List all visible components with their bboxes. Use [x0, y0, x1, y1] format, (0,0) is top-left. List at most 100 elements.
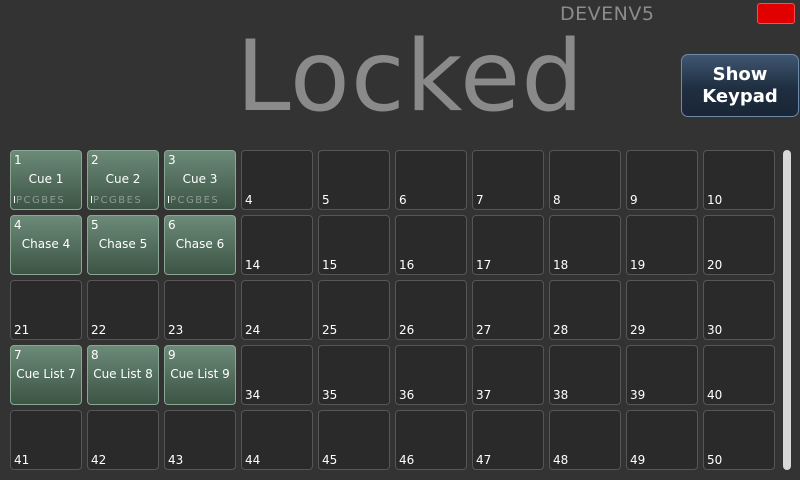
playback-flags: IPCGBES: [165, 196, 235, 206]
empty-playback-slot[interactable]: 5: [318, 150, 390, 210]
empty-playback-slot[interactable]: 7: [472, 150, 544, 210]
empty-playback-slot[interactable]: 49: [626, 410, 698, 470]
empty-playback-slot[interactable]: 4: [241, 150, 313, 210]
slot-number: 7: [14, 348, 22, 362]
empty-playback-slot[interactable]: 23: [164, 280, 236, 340]
empty-playback-slot[interactable]: 8: [549, 150, 621, 210]
slot-number: 15: [322, 258, 338, 272]
slot-number: 28: [553, 323, 569, 337]
empty-playback-slot[interactable]: 9: [626, 150, 698, 210]
slot-number: 20: [707, 258, 723, 272]
empty-playback-slot[interactable]: 26: [395, 280, 467, 340]
flag-attributes: PCGBES: [15, 195, 66, 206]
empty-playback-slot[interactable]: 48: [549, 410, 621, 470]
empty-playback-slot[interactable]: 21: [10, 280, 82, 340]
playback-button[interactable]: 5 Chase 5: [87, 215, 159, 275]
playback-button[interactable]: 4 Chase 4: [10, 215, 82, 275]
slot-number: 50: [707, 453, 723, 467]
empty-playback-slot[interactable]: 28: [549, 280, 621, 340]
empty-playback-slot[interactable]: 16: [395, 215, 467, 275]
playback-button[interactable]: 2 Cue 2 IPCGBES: [87, 150, 159, 210]
flag-attributes: PCGBES: [92, 195, 143, 206]
empty-playback-slot[interactable]: 50: [703, 410, 775, 470]
playback-label: Chase 5: [98, 237, 148, 251]
slot-number: 29: [630, 323, 646, 337]
grid-scrollbar[interactable]: [783, 150, 791, 470]
playback-button[interactable]: 3 Cue 3 IPCGBES: [164, 150, 236, 210]
empty-playback-slot[interactable]: 42: [87, 410, 159, 470]
empty-playback-slot[interactable]: 39: [626, 345, 698, 405]
playback-button[interactable]: 7 Cue List 7: [10, 345, 82, 405]
empty-playback-slot[interactable]: 43: [164, 410, 236, 470]
slot-number: 40: [707, 388, 723, 402]
empty-playback-slot[interactable]: 41: [10, 410, 82, 470]
empty-playback-slot[interactable]: 14: [241, 215, 313, 275]
flag-attributes: PCGBES: [169, 195, 220, 206]
playback-label: Chase 4: [21, 237, 71, 251]
slot-number: 36: [399, 388, 415, 402]
slot-number: 9: [630, 193, 638, 207]
empty-playback-slot[interactable]: 44: [241, 410, 313, 470]
slot-number: 34: [245, 388, 261, 402]
slot-number: 26: [399, 323, 415, 337]
slot-number: 16: [399, 258, 415, 272]
empty-playback-slot[interactable]: 20: [703, 215, 775, 275]
slot-number: 3: [168, 153, 176, 167]
slot-number: 23: [168, 323, 184, 337]
playback-label: Cue List 9: [170, 367, 230, 381]
slot-number: 35: [322, 388, 338, 402]
slot-number: 24: [245, 323, 261, 337]
empty-playback-slot[interactable]: 18: [549, 215, 621, 275]
slot-number: 49: [630, 453, 646, 467]
playback-label: Cue 3: [182, 172, 218, 186]
empty-playback-slot[interactable]: 27: [472, 280, 544, 340]
playback-button[interactable]: 1 Cue 1 IPCGBES: [10, 150, 82, 210]
slot-number: 46: [399, 453, 415, 467]
empty-playback-slot[interactable]: 37: [472, 345, 544, 405]
status-indicator: [757, 3, 795, 24]
slot-number: 42: [91, 453, 107, 467]
playback-button[interactable]: 8 Cue List 8: [87, 345, 159, 405]
empty-playback-slot[interactable]: 6: [395, 150, 467, 210]
slot-number: 18: [553, 258, 569, 272]
playback-label: Cue List 7: [16, 367, 76, 381]
slot-number: 6: [168, 218, 176, 232]
playback-label: Cue 2: [105, 172, 141, 186]
slot-number: 5: [322, 193, 330, 207]
slot-number: 45: [322, 453, 338, 467]
show-keypad-button[interactable]: Show Keypad: [681, 54, 799, 117]
empty-playback-slot[interactable]: 25: [318, 280, 390, 340]
empty-playback-slot[interactable]: 36: [395, 345, 467, 405]
empty-playback-slot[interactable]: 24: [241, 280, 313, 340]
empty-playback-slot[interactable]: 10: [703, 150, 775, 210]
slot-number: 27: [476, 323, 492, 337]
empty-playback-slot[interactable]: 15: [318, 215, 390, 275]
empty-playback-slot[interactable]: 35: [318, 345, 390, 405]
slot-number: 43: [168, 453, 184, 467]
slot-number: 4: [245, 193, 253, 207]
empty-playback-slot[interactable]: 45: [318, 410, 390, 470]
empty-playback-slot[interactable]: 47: [472, 410, 544, 470]
locked-title: Locked: [236, 20, 585, 134]
empty-playback-slot[interactable]: 40: [703, 345, 775, 405]
slot-number: 48: [553, 453, 569, 467]
slot-number: 9: [168, 348, 176, 362]
playback-button[interactable]: 9 Cue List 9: [164, 345, 236, 405]
empty-playback-slot[interactable]: 22: [87, 280, 159, 340]
playback-label: Cue List 8: [93, 367, 153, 381]
slot-number: 19: [630, 258, 646, 272]
slot-number: 21: [14, 323, 30, 337]
empty-playback-slot[interactable]: 19: [626, 215, 698, 275]
slot-number: 22: [91, 323, 107, 337]
empty-playback-slot[interactable]: 46: [395, 410, 467, 470]
empty-playback-slot[interactable]: 38: [549, 345, 621, 405]
slot-number: 38: [553, 388, 569, 402]
empty-playback-slot[interactable]: 30: [703, 280, 775, 340]
slot-number: 39: [630, 388, 646, 402]
slot-number: 6: [399, 193, 407, 207]
empty-playback-slot[interactable]: 17: [472, 215, 544, 275]
slot-number: 25: [322, 323, 338, 337]
empty-playback-slot[interactable]: 29: [626, 280, 698, 340]
playback-button[interactable]: 6 Chase 6: [164, 215, 236, 275]
empty-playback-slot[interactable]: 34: [241, 345, 313, 405]
